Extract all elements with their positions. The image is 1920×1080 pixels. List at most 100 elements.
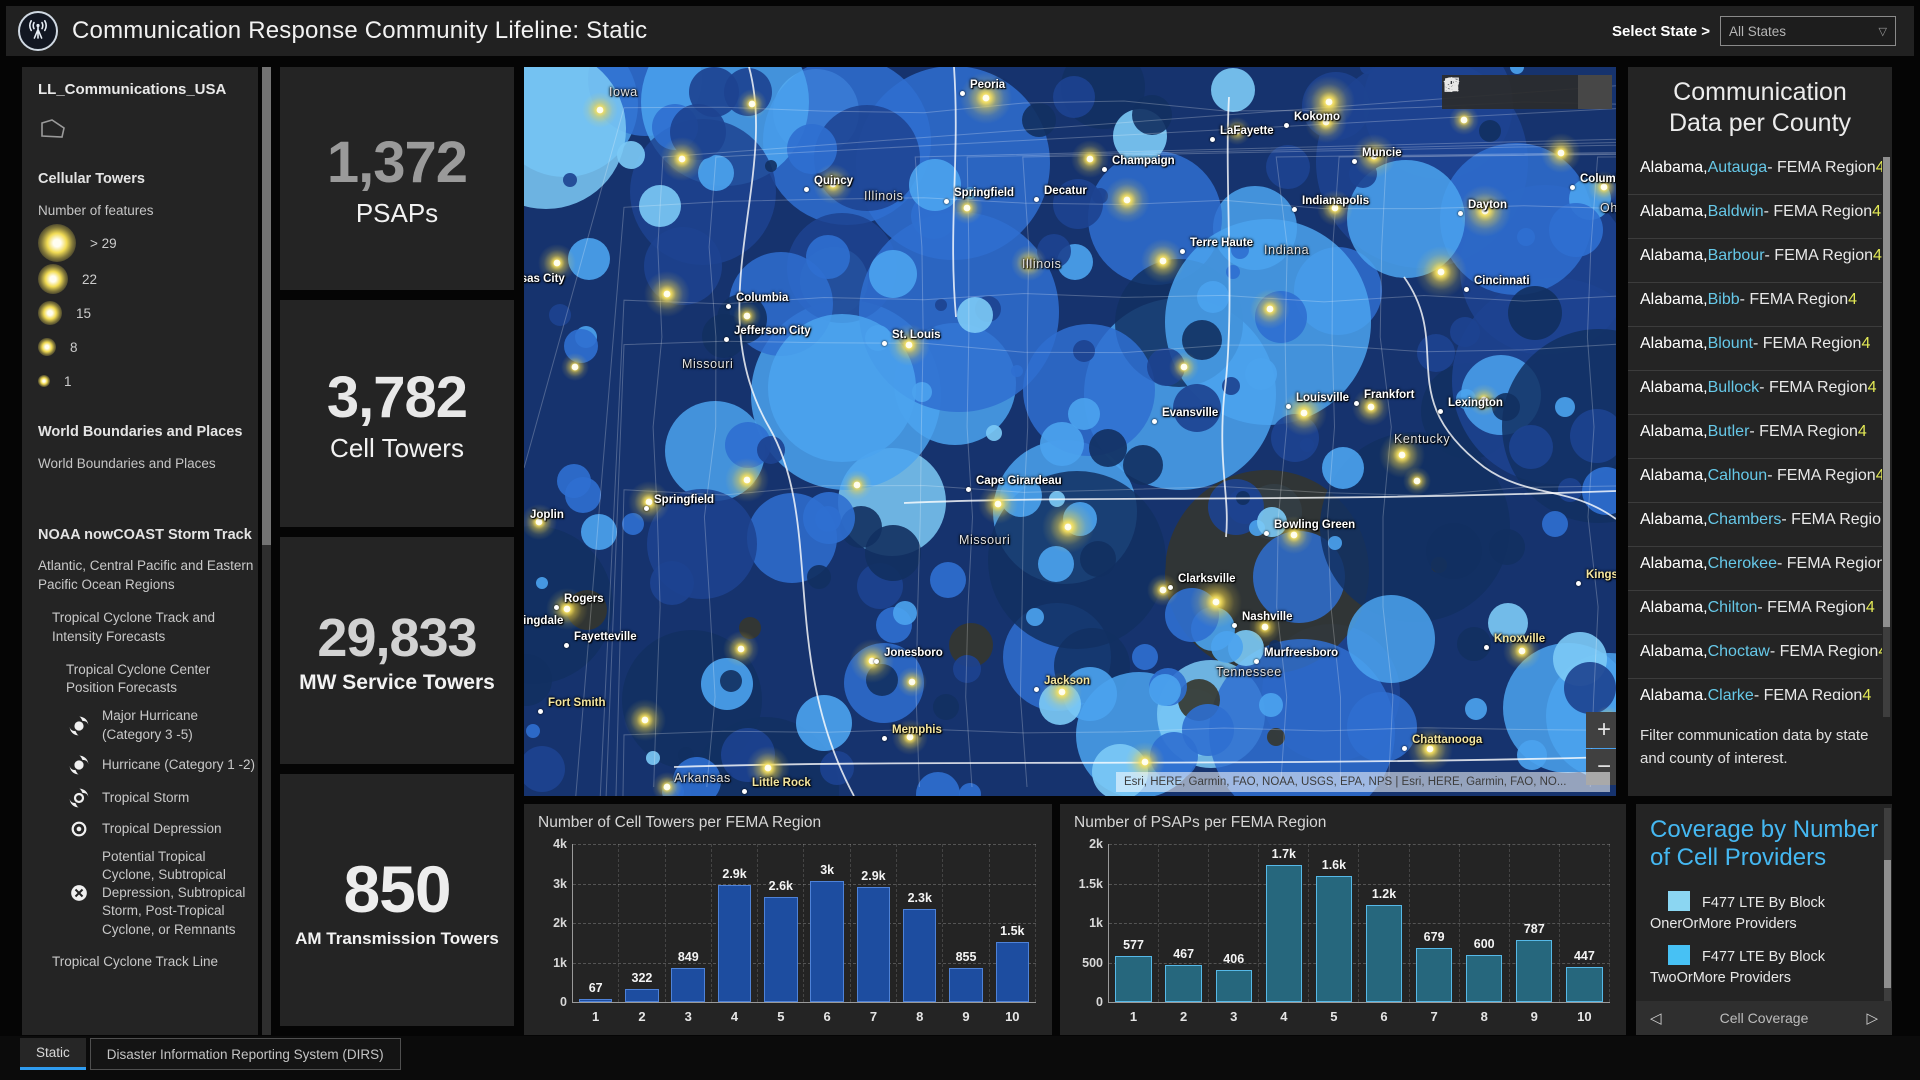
storm-legend-label: Tropical Storm bbox=[102, 789, 189, 807]
map-city-label: Little Rock bbox=[752, 777, 811, 789]
map-city-dot-icon bbox=[1464, 287, 1469, 292]
tab-disaster-information-reporting-system-dirs[interactable]: Disaster Information Reporting System (D… bbox=[90, 1038, 401, 1070]
bar[interactable] bbox=[1516, 940, 1552, 1002]
county-row-separator: - FEMA Region bbox=[1740, 291, 1848, 309]
bar[interactable] bbox=[1266, 865, 1302, 1002]
bar[interactable] bbox=[810, 881, 844, 1002]
county-row[interactable]: Alabama, Butler - FEMA Region 4 bbox=[1628, 415, 1882, 459]
county-scrollbar-thumb[interactable] bbox=[1883, 157, 1890, 627]
county-row[interactable]: Alabama, Autauga - FEMA Region 4 bbox=[1628, 151, 1882, 195]
feature-size-row: 15 bbox=[38, 296, 258, 330]
bar[interactable] bbox=[1165, 965, 1201, 1002]
psaps-chart-panel: Number of PSAPs per FEMA Region2k1.5k1k5… bbox=[1060, 804, 1626, 1035]
layers-icon[interactable] bbox=[1544, 75, 1578, 109]
county-row-state: Alabama, bbox=[1640, 247, 1708, 265]
bar[interactable] bbox=[1566, 967, 1602, 1002]
county-row-separator: - FEMA Region bbox=[1777, 555, 1882, 573]
map-city-label: Cincinnati bbox=[1474, 275, 1530, 287]
county-row[interactable]: Alabama, Bullock - FEMA Region 4 bbox=[1628, 371, 1882, 415]
pager-label: Cell Coverage bbox=[1720, 1010, 1809, 1026]
map-city-dot-icon bbox=[1402, 746, 1407, 751]
bar[interactable] bbox=[671, 968, 705, 1002]
state-dropdown[interactable]: All States ▽ bbox=[1720, 16, 1896, 46]
home-icon[interactable] bbox=[1476, 75, 1510, 109]
map-city-dot-icon bbox=[742, 789, 747, 794]
x-axis-tick-label: 5 bbox=[1309, 1009, 1358, 1024]
map[interactable]: IowaPeoriaKokomoLaFayetteMuncieChampaign… bbox=[524, 67, 1616, 796]
bar[interactable] bbox=[857, 887, 891, 1002]
county-row-state: Alabama, bbox=[1640, 159, 1708, 177]
bar[interactable] bbox=[1366, 905, 1402, 1002]
county-row-county: Bibb bbox=[1708, 291, 1740, 309]
coverage-legend-row: F477 LTE By Block OnerOrMore Providers bbox=[1650, 891, 1882, 935]
noaa-subtitle: Atlantic, Central Pacific and Eastern Pa… bbox=[38, 557, 258, 595]
bar[interactable] bbox=[903, 909, 937, 1002]
county-row[interactable]: Alabama, Baldwin - FEMA Region 4 bbox=[1628, 195, 1882, 239]
feature-size-label: 8 bbox=[70, 340, 78, 355]
county-panel-title: Communication Data per County bbox=[1628, 67, 1892, 148]
legend-icon[interactable] bbox=[1510, 75, 1544, 109]
coverage-scrollbar-thumb[interactable] bbox=[1884, 860, 1891, 988]
basemap-icon[interactable] bbox=[1578, 75, 1612, 109]
select-state-label: Select State > bbox=[1612, 23, 1710, 40]
county-list-scrollbar[interactable] bbox=[1883, 157, 1890, 717]
bar[interactable] bbox=[1466, 955, 1502, 1002]
county-row-state: Alabama, bbox=[1640, 467, 1708, 485]
feature-size-row: 1 bbox=[38, 364, 258, 398]
pager-prev-icon[interactable]: ◁ bbox=[1650, 1009, 1662, 1027]
feature-glow-dot-icon bbox=[38, 375, 50, 387]
position-group-label: Tropical Cyclone Center Position Forecas… bbox=[66, 661, 258, 699]
county-row[interactable]: Alabama, Calhoun - FEMA Region 4 bbox=[1628, 459, 1882, 503]
bar-slot: 2.9k7 bbox=[851, 844, 897, 1002]
bar-slot: 4063 bbox=[1209, 844, 1259, 1002]
bar[interactable] bbox=[579, 999, 613, 1002]
map-city-label: Frankfort bbox=[1364, 389, 1414, 401]
tab-static[interactable]: Static bbox=[20, 1038, 86, 1070]
state-dropdown-value: All States bbox=[1729, 24, 1786, 39]
map-city-label: Columbus bbox=[1580, 173, 1616, 185]
county-row[interactable]: Alabama, Clarke - FEMA Region 4 bbox=[1628, 679, 1882, 700]
map-city-label: Peoria bbox=[970, 79, 1005, 91]
legend-scrollbar-thumb[interactable] bbox=[262, 67, 271, 545]
map-state-label: Illinois bbox=[864, 189, 904, 203]
map-city-dot-icon bbox=[1168, 585, 1173, 590]
bar-slot: 1.6k5 bbox=[1309, 844, 1359, 1002]
bar[interactable] bbox=[764, 897, 798, 1002]
number-of-features-label: Number of features bbox=[38, 203, 258, 218]
county-row-region: 4 bbox=[1861, 335, 1870, 353]
hurricane-icon bbox=[66, 753, 92, 777]
bar[interactable] bbox=[625, 989, 659, 1002]
legend-scrollbar[interactable] bbox=[262, 67, 271, 1035]
map-city-dot-icon bbox=[1354, 401, 1359, 406]
storm-legend-row: Major Hurricane (Category 3 -5) bbox=[66, 707, 258, 743]
x-axis-tick-label: 3 bbox=[1209, 1009, 1258, 1024]
bar[interactable] bbox=[996, 942, 1030, 1002]
county-row[interactable]: Alabama, Blount - FEMA Region 4 bbox=[1628, 327, 1882, 371]
pager-next-icon[interactable]: ▷ bbox=[1866, 1009, 1878, 1027]
map-city-label: Springfield bbox=[654, 494, 714, 506]
map-city-label: Knoxville bbox=[1494, 633, 1545, 645]
bar[interactable] bbox=[1216, 970, 1252, 1002]
county-row[interactable]: Alabama, Chambers - FEMA Region 4 bbox=[1628, 503, 1882, 547]
map-city-label: Chattanooga bbox=[1412, 734, 1482, 746]
bar[interactable] bbox=[718, 885, 752, 1002]
county-row[interactable]: Alabama, Bibb - FEMA Region 4 bbox=[1628, 283, 1882, 327]
feature-glow-dot-icon bbox=[38, 264, 68, 294]
bar[interactable] bbox=[1416, 948, 1452, 1002]
storm-legend-items: Major Hurricane (Category 3 -5) Hurrican… bbox=[38, 707, 258, 939]
bar[interactable] bbox=[949, 968, 983, 1002]
bar-slot: 2.3k8 bbox=[897, 844, 943, 1002]
bar[interactable] bbox=[1115, 956, 1151, 1002]
zoom-in-button[interactable]: + bbox=[1586, 712, 1616, 748]
coverage-scrollbar[interactable] bbox=[1884, 808, 1891, 1008]
map-state-label: Illinois bbox=[1022, 257, 1062, 271]
county-row-county: Choctaw bbox=[1708, 643, 1770, 661]
map-city-label: Jefferson City bbox=[734, 325, 811, 337]
county-row-separator: - FEMA Region bbox=[1749, 423, 1857, 441]
bar[interactable] bbox=[1316, 876, 1352, 1002]
map-city-dot-icon bbox=[1034, 197, 1039, 202]
county-row[interactable]: Alabama, Barbour - FEMA Region 4 bbox=[1628, 239, 1882, 283]
county-row[interactable]: Alabama, Chilton - FEMA Region 4 bbox=[1628, 591, 1882, 635]
county-row[interactable]: Alabama, Cherokee - FEMA Region 4 bbox=[1628, 547, 1882, 591]
county-row[interactable]: Alabama, Choctaw - FEMA Region 4 bbox=[1628, 635, 1882, 679]
